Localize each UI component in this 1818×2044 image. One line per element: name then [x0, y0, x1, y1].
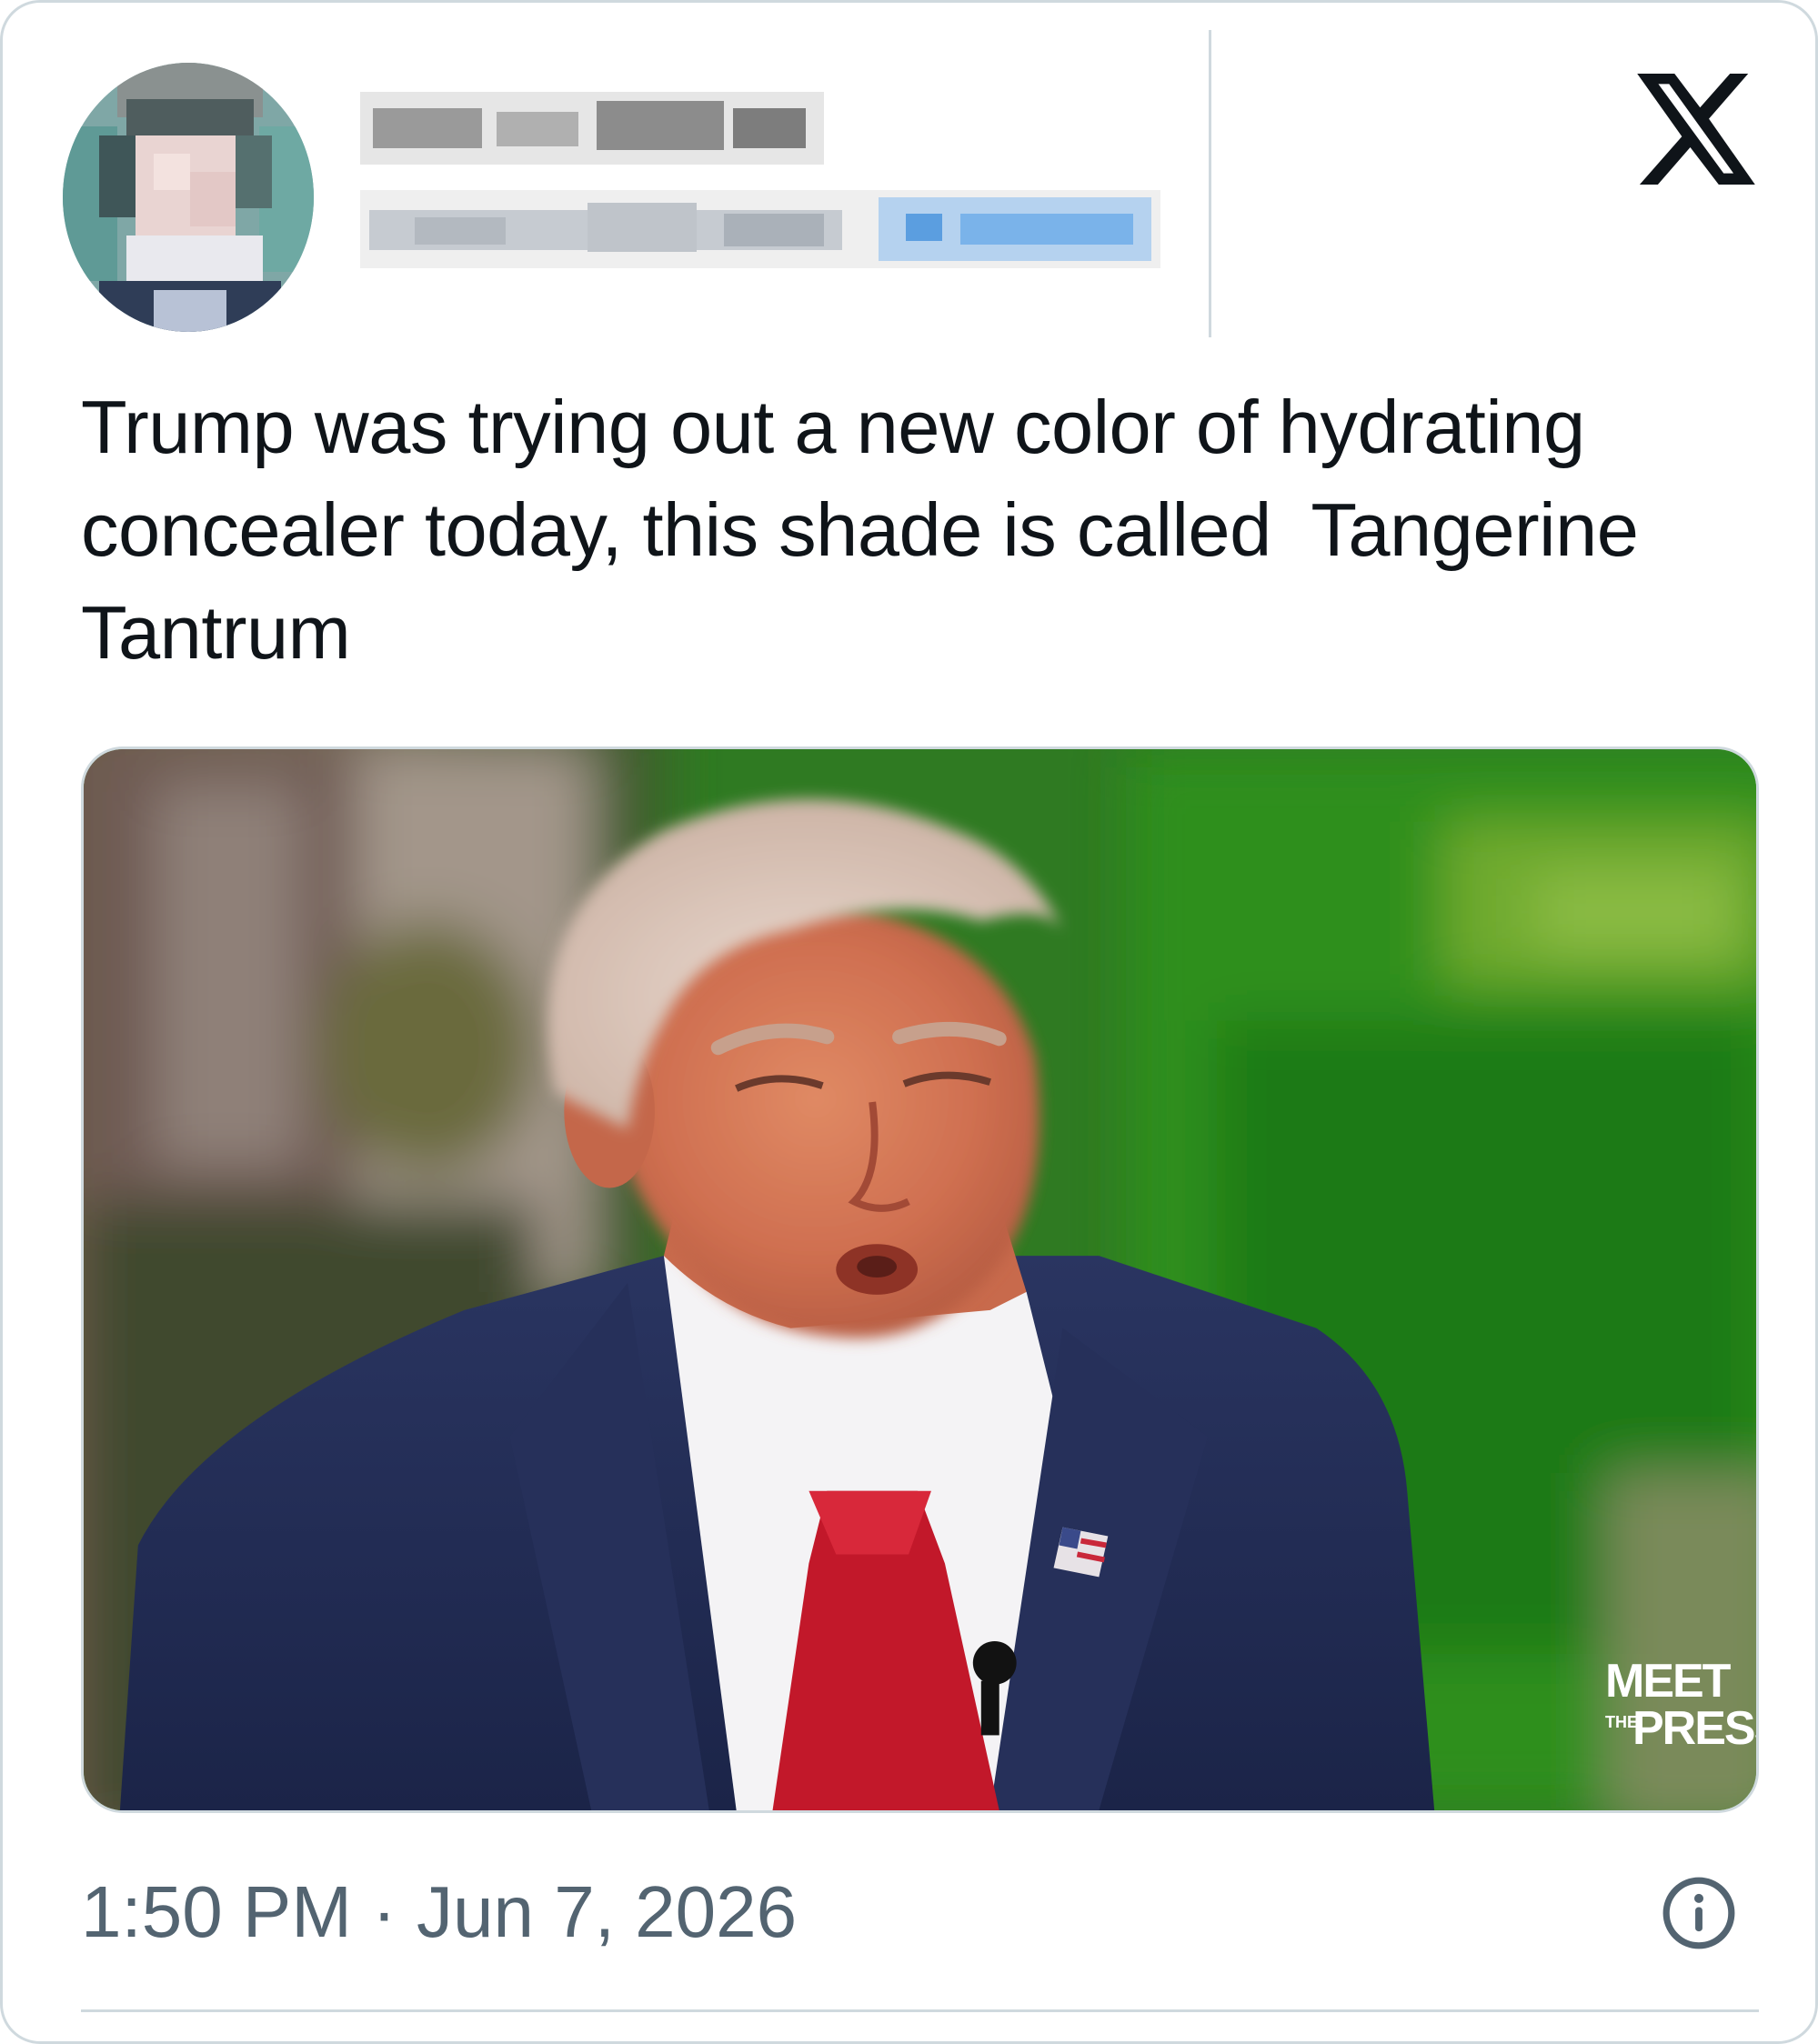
- tweet-embed-card: Trump was trying out a new color of hydr…: [0, 0, 1818, 2044]
- x-logo-icon[interactable]: [1637, 74, 1755, 185]
- author-handle[interactable]: [360, 190, 1160, 268]
- peacock-logo-icon: [1711, 1663, 1759, 1763]
- footer-divider: [81, 2009, 1759, 2012]
- author-display-name[interactable]: [360, 92, 824, 165]
- meet-the-press-watermark: MEET THE PRESS: [1574, 1658, 1756, 1758]
- info-icon[interactable]: [1660, 1874, 1738, 1952]
- tweet-timestamp[interactable]: 1:50 PM · Jun 7, 2026: [81, 1867, 797, 1958]
- tweet-text: Trump was trying out a new color of hydr…: [81, 385, 1658, 675]
- author-info[interactable]: [360, 86, 1160, 296]
- tweet-media-image[interactable]: MEET THE PRESS: [81, 746, 1759, 1813]
- header-divider: [1209, 30, 1211, 337]
- author-avatar[interactable]: [63, 63, 314, 332]
